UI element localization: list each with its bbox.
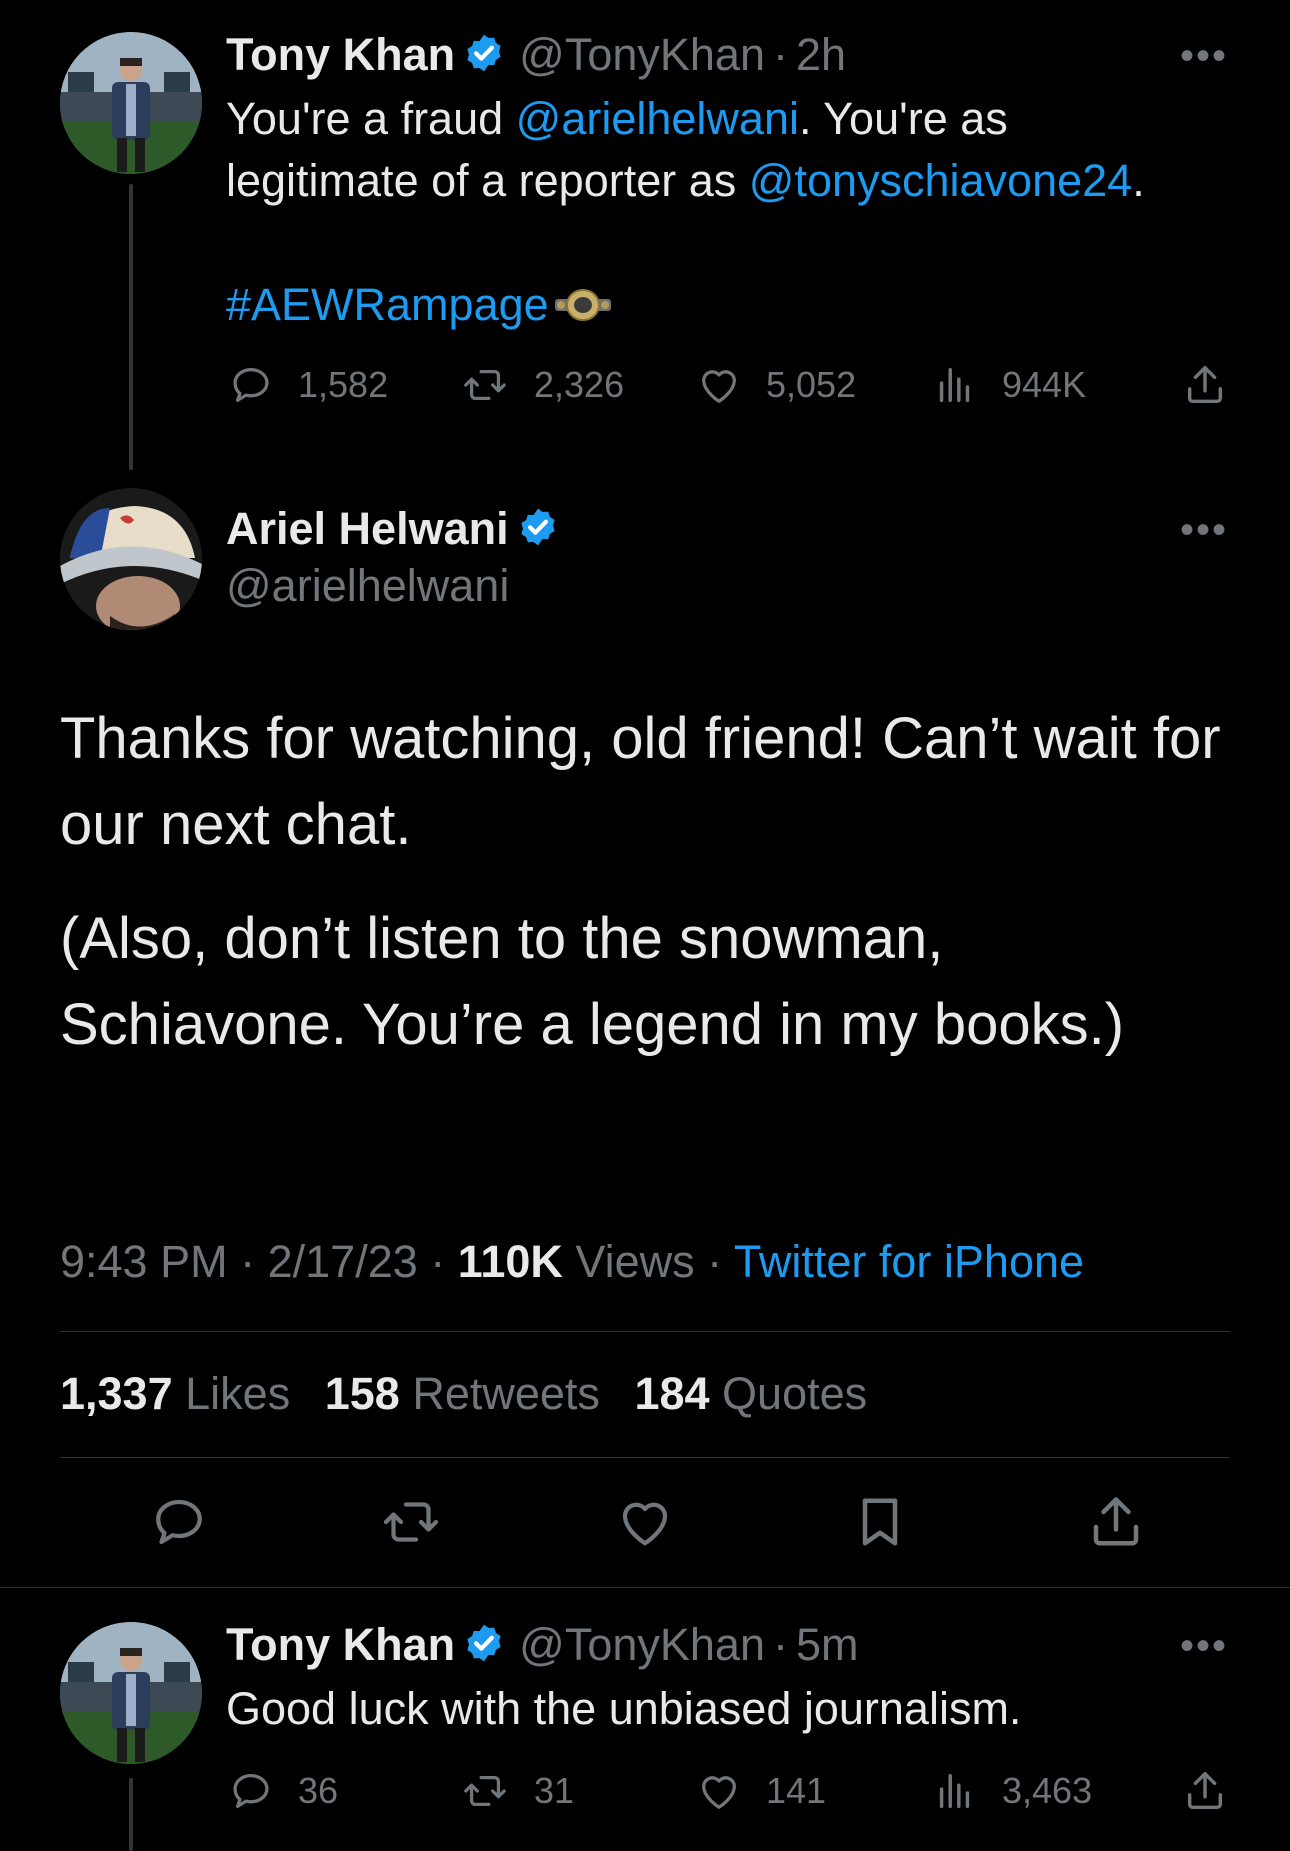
tweet1-body: You're a fraud @arielhelwani. You're as …	[226, 88, 1236, 336]
likes-count: 1,337	[60, 1368, 173, 1419]
retweet-icon	[464, 1775, 506, 1807]
reply-icon	[233, 1774, 269, 1808]
meta-dot: ·	[430, 1236, 446, 1287]
tweet1-retweet-button[interactable]: 2,326	[458, 362, 624, 408]
main-tweet-header: Ariel Helwani	[226, 498, 559, 560]
tweet3-views-button[interactable]: 3,463	[930, 1768, 1092, 1814]
main-views-count: 110K	[457, 1236, 563, 1287]
tweet3-reply-count: 36	[298, 1770, 339, 1811]
tweet1-reply-count: 1,582	[298, 364, 389, 405]
tony-khan-avatar[interactable]	[60, 1622, 202, 1764]
divider	[60, 1457, 1230, 1458]
thread-connector-line	[129, 1778, 133, 1851]
main-author-name[interactable]: Ariel Helwani	[226, 503, 509, 555]
main-reply-button[interactable]	[148, 1492, 210, 1552]
meta-dot: ·	[707, 1236, 723, 1287]
quotes-count-link[interactable]: 184 Quotes	[634, 1368, 867, 1419]
tweet1-author-name[interactable]: Tony Khan	[226, 29, 455, 81]
bookmark-icon	[862, 1498, 898, 1546]
tweet1-retweet-count: 2,326	[534, 364, 625, 405]
retweet-icon	[464, 369, 506, 401]
main-engagement-counts: 1,337 Likes 158 Retweets 184 Quotes	[60, 1368, 867, 1420]
tweet3-author-name[interactable]: Tony Khan	[226, 1619, 455, 1671]
retweets-count: 158	[324, 1368, 400, 1419]
tweet3-like-count: 141	[766, 1770, 827, 1811]
tweet1-views-button[interactable]: 944K	[930, 362, 1086, 408]
main-tweet-meta: 9:43 PM · 2/17/23 · 110K Views · Twitter…	[60, 1236, 1084, 1288]
main-date[interactable]: 2/17/23	[268, 1236, 418, 1287]
quotes-count: 184	[634, 1368, 710, 1419]
tweet3-retweet-count: 31	[534, 1770, 575, 1811]
views-bar-chart-icon	[939, 367, 970, 403]
verified-badge-icon	[463, 32, 505, 79]
tweet3-handle[interactable]: @TonyKhan	[519, 1619, 765, 1671]
tweet1-text-b: . You're as	[798, 93, 1008, 144]
tweet1-separator: ·	[773, 29, 788, 80]
main-bookmark-button[interactable]	[850, 1492, 910, 1552]
tweet3-separator: ·	[773, 1619, 788, 1670]
tweet3-time[interactable]: 5m	[796, 1619, 859, 1671]
main-views-label[interactable]: Views	[575, 1236, 694, 1287]
main-author-handle[interactable]: @arielhelwani	[226, 560, 509, 612]
share-icon	[1187, 366, 1223, 404]
divider	[60, 1331, 1230, 1332]
likes-count-link[interactable]: 1,337 Likes	[60, 1368, 290, 1419]
championship-belt-icon	[554, 287, 611, 323]
tweet3-reply-button[interactable]: 36	[226, 1768, 338, 1814]
main-more-icon[interactable]: •••	[1180, 508, 1228, 553]
tony-khan-avatar[interactable]	[60, 32, 202, 174]
tweet1-handle[interactable]: @TonyKhan	[519, 29, 765, 81]
reply-icon	[156, 1499, 202, 1545]
tweet1-views-count: 944K	[1002, 364, 1087, 405]
tweet1-like-count: 5,052	[766, 364, 857, 405]
tweet1-text-d: .	[1132, 155, 1145, 206]
tweet3-header: Tony Khan @TonyKhan · 5m	[226, 1614, 859, 1676]
main-tweet-paragraph-2: (Also, don’t listen to the snowman, Schi…	[60, 906, 1125, 1057]
tweet1-mention-arielhelwani[interactable]: @arielhelwani	[516, 93, 799, 144]
ariel-helwani-avatar[interactable]	[60, 488, 202, 630]
tweet1-share-button[interactable]	[1180, 362, 1252, 408]
main-source-link[interactable]: Twitter for iPhone	[734, 1236, 1084, 1287]
tweet3-more-icon[interactable]: •••	[1180, 1624, 1228, 1669]
main-tweet-paragraph-1: Thanks for watching, old friend! Can’t w…	[60, 706, 1221, 857]
verified-badge-icon	[517, 506, 559, 553]
retweets-label: Retweets	[412, 1368, 600, 1419]
views-bar-chart-icon	[939, 1773, 970, 1809]
divider	[0, 1587, 1290, 1588]
tweet3-actions: 36 31 141 3,463	[226, 1768, 1236, 1814]
share-icon	[1093, 1497, 1139, 1546]
likes-label: Likes	[185, 1368, 291, 1419]
tweet1-reply-button[interactable]: 1,582	[226, 362, 388, 408]
tweet3-views-count: 3,463	[1002, 1770, 1093, 1811]
tweet1-actions: 1,582 2,326 5,052 944K	[226, 362, 1236, 408]
tweet3-like-button[interactable]: 141	[694, 1768, 826, 1814]
heart-icon	[622, 1502, 668, 1546]
retweet-icon	[383, 1502, 439, 1542]
tweet1-like-button[interactable]: 5,052	[694, 362, 856, 408]
main-retweet-button[interactable]	[378, 1492, 444, 1552]
tweet3-share-button[interactable]	[1180, 1768, 1252, 1814]
heart-icon	[702, 1776, 736, 1809]
reply-icon	[233, 368, 269, 402]
tweet1-hashtag[interactable]: #AEWRampage	[226, 274, 549, 336]
tweet1-text-a: You're a fraud	[226, 93, 516, 144]
thread-connector-line	[129, 184, 133, 470]
heart-icon	[702, 370, 736, 403]
tweet1-more-icon[interactable]: •••	[1180, 34, 1228, 79]
tweet1-time[interactable]: 2h	[796, 29, 846, 81]
retweets-count-link[interactable]: 158 Retweets	[325, 1368, 600, 1419]
main-share-button[interactable]	[1086, 1492, 1146, 1552]
main-action-bar	[60, 1492, 1230, 1552]
verified-badge-icon	[463, 1622, 505, 1669]
meta-dot: ·	[240, 1236, 256, 1287]
tweet3-body: Good luck with the unbiased journalism.	[226, 1683, 1022, 1734]
tweet3-retweet-button[interactable]: 31	[458, 1768, 574, 1814]
quotes-label: Quotes	[722, 1368, 868, 1419]
main-like-button[interactable]	[614, 1492, 676, 1552]
main-time[interactable]: 9:43 PM	[60, 1236, 228, 1287]
share-icon	[1187, 1772, 1223, 1810]
tweet1-mention-tonyschiavone24[interactable]: @tonyschiavone24	[749, 155, 1132, 206]
tweet1-header: Tony Khan @TonyKhan · 2h	[226, 24, 846, 86]
tweet1-text-c: legitimate of a reporter as	[226, 155, 749, 206]
